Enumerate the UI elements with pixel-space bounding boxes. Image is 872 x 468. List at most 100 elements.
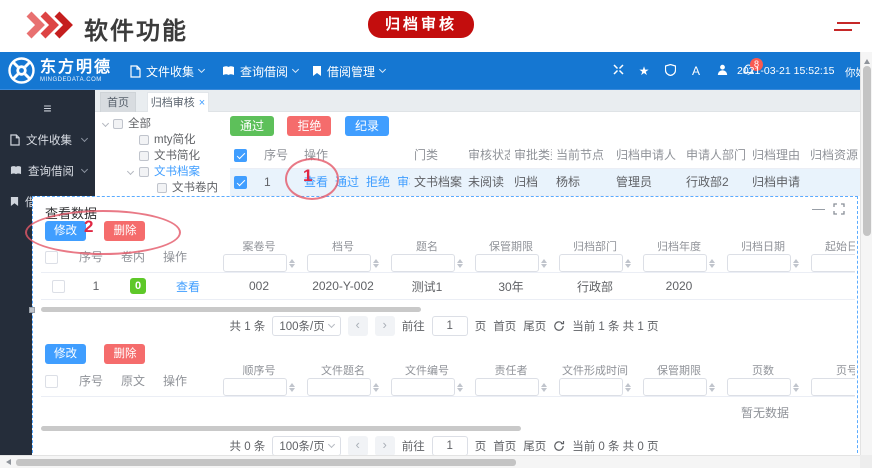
shield-icon[interactable] [657, 64, 683, 79]
sort-icons[interactable] [709, 259, 715, 268]
resize-handle[interactable] [29, 307, 35, 313]
volume-row[interactable]: 1 0 查看 002 2020-Y-002 测试1 30年 行政部 2020 [41, 273, 855, 300]
tree-node-label[interactable]: 全部 [128, 116, 151, 132]
expand-icon[interactable] [833, 203, 845, 215]
filter-input[interactable] [643, 378, 707, 396]
tree-checkbox[interactable] [157, 183, 167, 193]
tab-home[interactable]: 首页 [100, 92, 136, 112]
tree-checkbox[interactable] [139, 135, 149, 145]
view-link[interactable]: 查看 [176, 280, 200, 294]
inner-count-badge[interactable]: 0 [130, 278, 146, 294]
filter-input[interactable] [475, 378, 539, 396]
tree-node-wenshu-dangan[interactable]: 文书档案 [95, 164, 230, 180]
prev-page-button[interactable]: ‹ [348, 316, 368, 336]
filter-input[interactable] [475, 254, 539, 272]
edit-button[interactable]: 修改 [45, 221, 86, 241]
menu-lines-icon[interactable] [834, 22, 860, 34]
tree-node-label[interactable]: 文书卷内 [172, 180, 218, 196]
delete-button[interactable]: 删除 [104, 344, 145, 364]
scrollbar-thumb[interactable] [863, 66, 871, 236]
tree-node-wenshu-jianhua[interactable]: 文书简化 [95, 148, 230, 164]
filter-input[interactable] [811, 254, 855, 272]
sort-icons[interactable] [541, 383, 547, 392]
menu-query-borrow[interactable]: 查询借阅 [222, 52, 298, 90]
page-number-input[interactable] [432, 436, 468, 456]
filter-input[interactable] [391, 254, 455, 272]
filter-input[interactable] [307, 254, 371, 272]
page-size-select[interactable]: 100条/页 [272, 316, 340, 336]
first-page-link[interactable]: 首页 [493, 438, 516, 454]
filter-input[interactable] [727, 254, 791, 272]
font-size-icon[interactable]: A [683, 64, 709, 78]
next-page-button[interactable]: › [375, 316, 395, 336]
table-hscrollbar[interactable] [41, 307, 421, 312]
row-checkbox[interactable] [52, 280, 65, 293]
tree-checkbox[interactable] [139, 151, 149, 161]
sort-icons[interactable] [289, 383, 295, 392]
fullscreen-icon[interactable] [605, 64, 631, 78]
last-page-link[interactable]: 尾页 [523, 438, 546, 454]
filter-input[interactable] [559, 254, 623, 272]
scrollbar-thumb[interactable] [16, 459, 516, 466]
sort-icons[interactable] [709, 383, 715, 392]
caret-down-icon[interactable] [127, 168, 134, 175]
filter-input[interactable] [559, 378, 623, 396]
sidebar-item-query-borrow[interactable]: 查询借阅 [0, 155, 95, 186]
tree-node-root[interactable]: 全部 [95, 116, 230, 132]
tree-node-label[interactable]: 文书简化 [154, 148, 200, 164]
audit-record-link[interactable]: 审核记录 [397, 175, 410, 189]
review-row[interactable]: 1 查看通过拒绝审核记录 文书档案 未阅读 归档 杨标 管理员 行政部2 归档申… [230, 168, 860, 195]
select-all-checkbox[interactable] [45, 375, 58, 388]
filter-input[interactable] [223, 378, 287, 396]
sort-icons[interactable] [793, 259, 799, 268]
menu-file-collection[interactable]: 文件收集 [130, 52, 204, 90]
reject-link[interactable]: 拒绝 [366, 175, 390, 189]
horizontal-scrollbar[interactable] [0, 455, 860, 468]
edit-button[interactable]: 修改 [45, 344, 86, 364]
sort-icons[interactable] [457, 259, 463, 268]
select-all-checkbox[interactable] [45, 251, 58, 264]
approve-button[interactable]: 通过 [230, 116, 274, 136]
menu-borrow-manage[interactable]: 借阅管理 [312, 52, 385, 90]
scroll-up-icon[interactable] [864, 56, 870, 64]
tree-node-mty[interactable]: mty简化 [95, 132, 230, 148]
tree-node-label[interactable]: mty简化 [154, 132, 196, 148]
table-hscrollbar[interactable] [41, 426, 521, 431]
last-page-link[interactable]: 尾页 [523, 318, 546, 334]
tree-node-label[interactable]: 文书档案 [154, 164, 200, 180]
view-link[interactable]: 查看 [304, 175, 328, 189]
sort-icons[interactable] [625, 383, 631, 392]
row-checkbox[interactable] [234, 176, 247, 189]
filter-input[interactable] [307, 378, 371, 396]
first-page-link[interactable]: 首页 [493, 318, 516, 334]
sort-icons[interactable] [625, 259, 631, 268]
filter-input[interactable] [391, 378, 455, 396]
filter-input[interactable] [811, 378, 855, 396]
page-size-select[interactable]: 100条/页 [272, 436, 340, 456]
prev-page-button[interactable]: ‹ [348, 436, 368, 456]
tree-checkbox[interactable] [139, 167, 149, 177]
reject-button[interactable]: 拒绝 [287, 116, 331, 136]
sort-icons[interactable] [289, 259, 295, 268]
sort-icons[interactable] [793, 383, 799, 392]
delete-button[interactable]: 删除 [104, 221, 145, 241]
scroll-left-icon[interactable] [3, 459, 11, 465]
page-number-input[interactable] [432, 316, 468, 336]
next-page-button[interactable]: › [375, 436, 395, 456]
sidebar-item-file-collection[interactable]: 文件收集 [0, 124, 95, 155]
hamburger-icon[interactable]: ≡ [40, 100, 56, 116]
tree-checkbox[interactable] [113, 119, 123, 129]
user-icon[interactable] [709, 64, 735, 79]
sort-icons[interactable] [541, 259, 547, 268]
tree-node-wenshu-juannei[interactable]: 文书卷内 [95, 180, 230, 196]
sort-icons[interactable] [457, 383, 463, 392]
refresh-icon[interactable] [553, 440, 565, 452]
approve-link[interactable]: 通过 [335, 175, 359, 189]
minimize-icon[interactable]: — [812, 203, 825, 215]
filter-input[interactable] [643, 254, 707, 272]
record-button[interactable]: 纪录 [345, 116, 389, 136]
caret-down-icon[interactable] [102, 120, 109, 127]
filter-input[interactable] [223, 254, 287, 272]
vertical-scrollbar[interactable] [860, 52, 872, 468]
star-icon[interactable]: ★ [631, 64, 657, 78]
